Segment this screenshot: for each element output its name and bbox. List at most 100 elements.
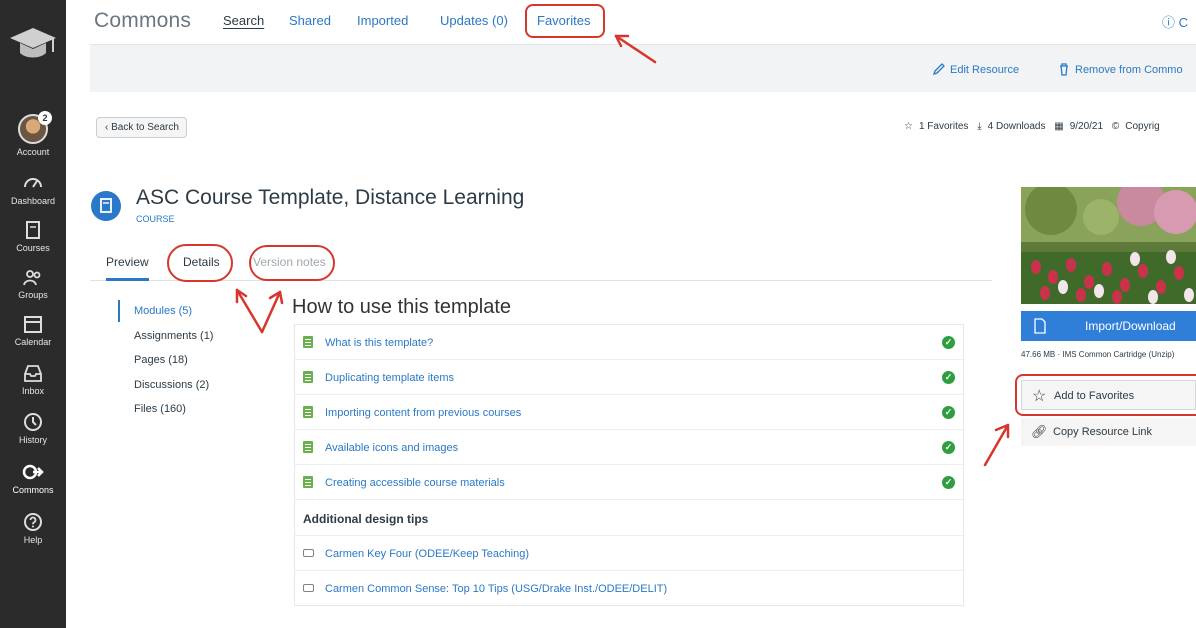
module-item-label: Importing content from previous courses bbox=[325, 407, 522, 419]
nav-commons[interactable]: Commons bbox=[0, 461, 66, 495]
nav-commons-label: Commons bbox=[12, 485, 54, 495]
nav-help[interactable]: Help bbox=[0, 511, 66, 545]
module-link-item[interactable]: Carmen Common Sense: Top 10 Tips (USG/Dr… bbox=[303, 574, 955, 604]
page-icon bbox=[303, 336, 313, 348]
page-icon bbox=[303, 406, 313, 418]
import-download-button[interactable]: Import/Download bbox=[1021, 311, 1196, 341]
download-icon: ⤓ bbox=[977, 121, 982, 132]
content-type-discussions[interactable]: Discussions (2) bbox=[118, 379, 213, 404]
nav-courses[interactable]: Courses bbox=[0, 219, 66, 253]
nav-help-label: Help bbox=[23, 535, 43, 545]
module-item-list: What is this template? ✓ Duplicating tem… bbox=[294, 324, 964, 606]
check-icon: ✓ bbox=[942, 406, 955, 419]
inbox-icon bbox=[24, 365, 42, 382]
header-info-link[interactable]: ⓘ C bbox=[1162, 12, 1188, 31]
remove-resource-label: Remove from Commo bbox=[1075, 64, 1183, 76]
module-link-label: Carmen Key Four (ODEE/Keep Teaching) bbox=[325, 548, 529, 560]
module-title: How to use this template bbox=[292, 296, 511, 318]
tab-details[interactable]: Details bbox=[183, 255, 220, 269]
detail-tabs: Preview Details Version notes bbox=[90, 249, 992, 281]
nav-groups[interactable]: Groups bbox=[0, 266, 66, 300]
back-to-search-button[interactable]: ‹ Back to Search bbox=[96, 117, 187, 138]
import-download-label: Import/Download bbox=[1085, 319, 1176, 333]
module-item[interactable]: Available icons and images ✓ bbox=[303, 433, 955, 463]
nav-dashboard[interactable]: Dashboard bbox=[0, 172, 66, 206]
content-type-pages[interactable]: Pages (18) bbox=[118, 354, 213, 379]
updated-date: 9/20/21 bbox=[1069, 121, 1104, 132]
notification-badge: 2 bbox=[38, 111, 52, 125]
dashboard-icon bbox=[24, 178, 42, 188]
resource-type[interactable]: COURSE bbox=[136, 214, 175, 224]
resource-toolbar bbox=[90, 44, 1196, 92]
groups-icon bbox=[23, 270, 41, 286]
nav-history[interactable]: History bbox=[0, 411, 66, 445]
divider bbox=[295, 464, 963, 465]
page-icon bbox=[303, 371, 313, 383]
nav-account[interactable]: 2 Account bbox=[0, 111, 66, 157]
tab-search[interactable]: Search bbox=[223, 13, 264, 28]
remove-resource-link[interactable]: Remove from Commo bbox=[1057, 62, 1183, 76]
external-link-icon bbox=[303, 549, 314, 557]
module-item[interactable]: Duplicating template items ✓ bbox=[303, 363, 955, 393]
module-item[interactable]: What is this template? ✓ bbox=[303, 328, 955, 358]
account-avatar: 2 bbox=[18, 111, 52, 144]
trash-icon bbox=[1060, 63, 1068, 76]
course-type-icon bbox=[91, 191, 121, 221]
module-item-label: Creating accessible course materials bbox=[325, 477, 505, 489]
brand-title: Commons bbox=[94, 9, 192, 32]
arrow-to-add-favorites bbox=[983, 423, 1010, 467]
tab-preview[interactable]: Preview bbox=[106, 255, 149, 281]
favorites-count: 1 Favorites bbox=[918, 121, 969, 132]
divider bbox=[295, 394, 963, 395]
downloads-count: 4 Downloads bbox=[987, 121, 1046, 132]
help-icon bbox=[24, 513, 42, 531]
document-icon bbox=[1034, 318, 1046, 334]
star-icon: ☆ bbox=[904, 121, 913, 132]
module-item[interactable]: Importing content from previous courses … bbox=[303, 398, 955, 428]
module-link-item[interactable]: Carmen Key Four (ODEE/Keep Teaching) bbox=[303, 539, 955, 569]
copyright-text: Copyrig bbox=[1125, 121, 1160, 132]
nav-inbox-label: Inbox bbox=[21, 386, 45, 396]
module-item-label: Duplicating template items bbox=[325, 372, 455, 384]
nav-dashboard-label: Dashboard bbox=[10, 196, 56, 206]
calendar-icon bbox=[24, 316, 42, 333]
arrow-to-details-tab bbox=[235, 288, 264, 334]
check-icon: ✓ bbox=[942, 371, 955, 384]
pencil-icon bbox=[932, 63, 945, 76]
tab-imported[interactable]: Imported bbox=[357, 13, 408, 28]
copyright-icon: © bbox=[1111, 121, 1120, 132]
content-type-files[interactable]: Files (160) bbox=[118, 403, 213, 428]
add-to-favorites-button[interactable]: ☆ Add to Favorites bbox=[1021, 380, 1196, 410]
nav-history-label: History bbox=[18, 435, 47, 445]
nav-inbox[interactable]: Inbox bbox=[0, 362, 66, 396]
divider bbox=[295, 499, 963, 500]
copy-resource-link-button[interactable]: 🔗︎ Copy Resource Link bbox=[1021, 418, 1196, 446]
content-type-list: Modules (5) Assignments (1) Pages (18) D… bbox=[118, 300, 213, 428]
global-navigation: 2 Account Dashboard Courses Groups Calen… bbox=[0, 0, 66, 628]
calendar-small-icon: ▦ bbox=[1054, 121, 1064, 132]
tab-version-notes[interactable]: Version notes bbox=[253, 255, 326, 269]
courses-icon bbox=[26, 221, 40, 239]
nav-calendar[interactable]: Calendar bbox=[0, 313, 66, 347]
module-item-label: Available icons and images bbox=[325, 442, 459, 454]
tab-favorites[interactable]: Favorites bbox=[537, 13, 590, 28]
graduation-cap-logo[interactable] bbox=[8, 22, 58, 68]
nav-groups-label: Groups bbox=[18, 290, 48, 300]
content-type-modules[interactable]: Modules (5) bbox=[118, 300, 213, 330]
tab-shared[interactable]: Shared bbox=[289, 13, 331, 28]
star-outline-icon: ☆ bbox=[1032, 388, 1047, 405]
divider bbox=[295, 535, 963, 536]
commons-icon bbox=[22, 464, 44, 480]
check-icon: ✓ bbox=[942, 476, 955, 489]
module-subheading: Additional design tips bbox=[303, 512, 429, 526]
check-icon: ✓ bbox=[942, 336, 955, 349]
resource-stats: ☆ 1 Favorites ⤓ 4 Downloads ▦ 9/20/21 © Copy… bbox=[904, 121, 1166, 132]
module-item[interactable]: Creating accessible course materials ✓ bbox=[303, 468, 955, 498]
file-info: 47.66 MB · IMS Common Cartridge (Unzip) bbox=[1021, 350, 1175, 359]
divider bbox=[295, 570, 963, 571]
tab-updates[interactable]: Updates (0) bbox=[440, 13, 508, 28]
nav-courses-label: Courses bbox=[16, 243, 50, 253]
edit-resource-link[interactable]: Edit Resource bbox=[932, 62, 1019, 76]
check-icon: ✓ bbox=[942, 441, 955, 454]
content-type-assignments[interactable]: Assignments (1) bbox=[118, 330, 213, 355]
